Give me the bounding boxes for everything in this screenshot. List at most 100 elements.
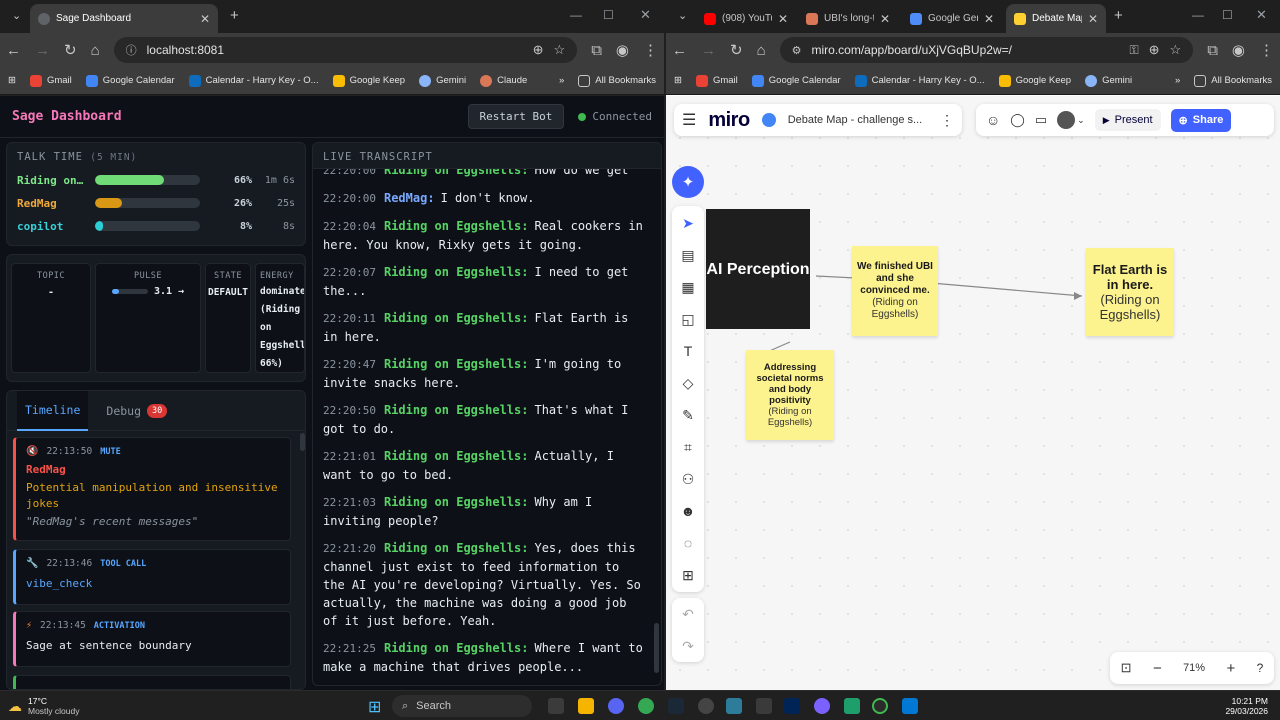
all-bookmarks[interactable]: All Bookmarks bbox=[1194, 74, 1272, 87]
zoom-icon[interactable]: ⊕ bbox=[1149, 42, 1160, 58]
chrome-icon[interactable] bbox=[638, 698, 654, 714]
home-icon[interactable]: ⌂ bbox=[757, 42, 766, 59]
windows-start-icon[interactable]: ⊞ bbox=[368, 697, 381, 717]
clock[interactable]: 10:21 PM 29/03/2026 bbox=[1225, 696, 1268, 716]
sticky-note[interactable]: We finished UBI and she convinced me. (R… bbox=[852, 246, 938, 336]
new-tab-icon[interactable]: + bbox=[230, 7, 239, 24]
steam-icon[interactable] bbox=[668, 698, 684, 714]
ai-perception-card[interactable]: AI Perception bbox=[706, 209, 810, 329]
tab-debug[interactable]: Debug 30 bbox=[98, 392, 175, 430]
sticky-note[interactable]: Flat Earth is in here. (Riding on Eggshe… bbox=[1086, 248, 1174, 336]
back-icon[interactable]: ← bbox=[672, 42, 687, 59]
key-icon[interactable]: ⚿ bbox=[1129, 43, 1138, 58]
more-bookmarks-icon[interactable]: » bbox=[1175, 75, 1180, 86]
menu-icon[interactable]: ⋮ bbox=[643, 41, 658, 59]
bookmark-claude[interactable]: Claude bbox=[480, 74, 527, 87]
reload-icon[interactable]: ↻ bbox=[730, 41, 743, 59]
file-explorer-icon[interactable] bbox=[578, 698, 594, 714]
close-tab-icon[interactable]: ✕ bbox=[984, 12, 994, 26]
bookmark-star-icon[interactable]: ☆ bbox=[1170, 42, 1182, 58]
zoom-in-icon[interactable]: + bbox=[1226, 660, 1235, 677]
forward-icon[interactable]: → bbox=[35, 42, 50, 59]
maximize-icon[interactable]: ☐ bbox=[1222, 8, 1233, 22]
timeline-scrollbar[interactable] bbox=[300, 433, 305, 451]
extensions-icon[interactable]: ⧉ bbox=[1207, 42, 1218, 59]
taskbar-search[interactable]: ⌕ Search bbox=[392, 695, 532, 717]
close-tab-icon[interactable]: ✕ bbox=[778, 12, 788, 26]
reload-icon[interactable]: ↻ bbox=[64, 41, 77, 59]
profile-icon[interactable]: ◉ bbox=[616, 41, 629, 59]
close-tab-icon[interactable]: ✕ bbox=[1088, 12, 1098, 26]
bookmark-gmail[interactable]: Gmail bbox=[695, 74, 738, 87]
maximize-icon[interactable]: ☐ bbox=[603, 8, 614, 22]
address-bar[interactable]: ⚙ miro.com/app/board/uXjVGqBUp2w=/ ⚿ ⊕ ☆ bbox=[779, 37, 1194, 63]
restart-bot-button[interactable]: Restart Bot bbox=[467, 104, 565, 129]
bookmark-google-calendar[interactable]: Google Calendar bbox=[751, 74, 841, 87]
app-icon[interactable] bbox=[698, 698, 714, 714]
zoom-out-icon[interactable]: − bbox=[1153, 660, 1162, 677]
tab-search-icon[interactable]: ⌄ bbox=[678, 9, 687, 22]
pulse-stat: PULSE 3.1 → bbox=[95, 263, 201, 373]
bookmark-gmail[interactable]: Gmail bbox=[29, 74, 72, 87]
task-view-icon[interactable] bbox=[548, 698, 564, 714]
bookmark-google-keep[interactable]: Google Keep bbox=[998, 74, 1071, 87]
close-window-icon[interactable]: ✕ bbox=[1256, 7, 1267, 23]
bookmark-outlook-calendar[interactable]: Calendar - Harry Key - O... bbox=[854, 74, 985, 87]
menu-icon[interactable]: ⋮ bbox=[1259, 41, 1274, 59]
bookmark-google-calendar[interactable]: Google Calendar bbox=[85, 74, 175, 87]
zoom-level[interactable]: 71% bbox=[1183, 662, 1205, 674]
timeline-item[interactable]: 🔧 22:13:46 TOOL CALL vibe_check bbox=[13, 549, 291, 605]
tab-sage-dashboard[interactable]: Sage Dashboard ✕ bbox=[30, 4, 218, 33]
terminal-icon[interactable] bbox=[756, 698, 772, 714]
browser-tab[interactable]: UBI's long-te ✕ bbox=[798, 4, 898, 33]
bookmark-star-icon[interactable]: ☆ bbox=[554, 42, 566, 58]
powershell-icon[interactable] bbox=[784, 698, 800, 714]
miro-board[interactable]: ☰ miro Debate Map - challenge s... ⋮ ☺ ◯… bbox=[666, 96, 1280, 690]
all-bookmarks[interactable]: All Bookmarks bbox=[578, 74, 656, 87]
fit-screen-icon[interactable]: ⊡ bbox=[1121, 660, 1132, 676]
more-bookmarks-icon[interactable]: » bbox=[559, 75, 564, 86]
weather-widget[interactable]: ☁ 17°C Mostly cloudy bbox=[8, 696, 80, 716]
vscode-icon[interactable] bbox=[902, 698, 918, 714]
forward-icon[interactable]: → bbox=[701, 42, 716, 59]
transcript-scroll-area[interactable]: 22:20:00 Riding on Eggshells: How do we ge… bbox=[313, 169, 661, 685]
discord-icon[interactable] bbox=[608, 698, 624, 714]
help-icon[interactable]: ? bbox=[1257, 661, 1264, 675]
talk-time-bar bbox=[95, 198, 200, 208]
home-icon[interactable]: ⌂ bbox=[91, 42, 100, 59]
timeline-item[interactable]: ⚡ 22:13:45 ACTIVATION Sage at sentence bou… bbox=[13, 611, 291, 667]
minimize-icon[interactable]: — bbox=[570, 8, 582, 22]
zoom-icon[interactable]: ⊕ bbox=[533, 42, 544, 58]
browser-tab[interactable]: Debate Map ✕ bbox=[1006, 4, 1106, 33]
bookmark-gemini[interactable]: Gemini bbox=[419, 74, 466, 87]
transcript-scrollbar[interactable] bbox=[654, 623, 659, 673]
back-icon[interactable]: ← bbox=[6, 42, 21, 59]
browser-tab[interactable]: (908) YouTub ✕ bbox=[696, 4, 796, 33]
site-settings-icon[interactable]: ⚙ bbox=[792, 44, 802, 57]
app-icon[interactable] bbox=[844, 698, 860, 714]
new-tab-icon[interactable]: + bbox=[1114, 7, 1123, 24]
close-tab-icon[interactable]: ✕ bbox=[200, 12, 210, 26]
close-window-icon[interactable]: ✕ bbox=[640, 7, 651, 23]
bookmark-outlook-calendar[interactable]: Calendar - Harry Key - O... bbox=[188, 74, 319, 87]
apps-icon[interactable]: ⊞ bbox=[8, 75, 16, 86]
bookmarks-bar: ⊞ Gmail Google Calendar Calendar - Harry… bbox=[0, 67, 664, 95]
bookmark-google-keep[interactable]: Google Keep bbox=[332, 74, 405, 87]
timeline-item[interactable]: 🔇 22:13:50 MUTE RedMag Potential manipulat… bbox=[13, 437, 291, 541]
tab-timeline[interactable]: Timeline bbox=[17, 391, 89, 431]
profile-icon[interactable]: ◉ bbox=[1232, 41, 1245, 59]
close-tab-icon[interactable]: ✕ bbox=[880, 12, 890, 26]
tab-search-icon[interactable]: ⌄ bbox=[12, 9, 21, 22]
minimize-icon[interactable]: — bbox=[1192, 8, 1204, 22]
browser-tab[interactable]: Google Gemi ✕ bbox=[902, 4, 1002, 33]
address-bar[interactable]: ⓘ localhost:8081 ⊕ ☆ bbox=[113, 37, 578, 63]
apps-icon[interactable]: ⊞ bbox=[674, 75, 682, 86]
notepad-icon[interactable] bbox=[726, 698, 742, 714]
app-icon[interactable] bbox=[872, 698, 888, 714]
bookmark-gemini[interactable]: Gemini bbox=[1085, 74, 1132, 87]
sticky-note[interactable]: Addressing societal norms and body posit… bbox=[746, 350, 834, 440]
app-icon[interactable] bbox=[814, 698, 830, 714]
site-info-icon[interactable]: ⓘ bbox=[126, 42, 137, 58]
timeline-item[interactable] bbox=[13, 675, 291, 689]
extensions-icon[interactable]: ⧉ bbox=[591, 42, 602, 59]
